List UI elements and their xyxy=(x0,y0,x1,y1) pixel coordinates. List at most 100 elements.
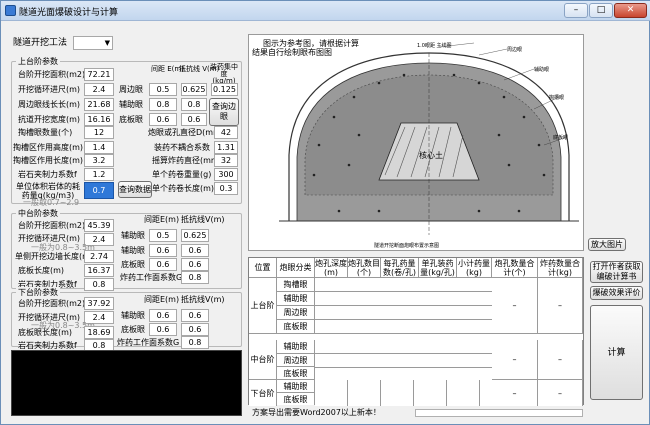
lower-row-1-label: 辅助眼 xyxy=(121,311,145,320)
blast-evaluation-button[interactable]: 爆破效果评价 xyxy=(590,286,643,300)
lower-total-charge: – xyxy=(538,380,583,406)
decouple-label: 装药不耦合系数 xyxy=(154,143,210,152)
upper-area-input[interactable]: 72.21 xyxy=(84,68,114,81)
upper-data-cells xyxy=(315,278,492,334)
output-console[interactable] xyxy=(11,350,242,416)
hole-diameter-input[interactable]: 42 xyxy=(214,126,238,139)
lower-row-1-spacing[interactable]: 0.6 xyxy=(149,309,177,322)
col-header-depth: 炮孔深度(m) xyxy=(315,258,348,278)
col-header-rolls: 每孔药量数(卷/孔) xyxy=(381,258,419,278)
lower-row-2-spacing[interactable]: 0.6 xyxy=(149,323,177,336)
upper-floor-spacing[interactable]: 0.6 xyxy=(149,113,177,126)
zoom-image-button[interactable]: 放大图片 xyxy=(588,238,626,251)
upper-perimeter-input[interactable]: 21.68 xyxy=(84,98,114,111)
decouple-input[interactable]: 1.31 xyxy=(214,141,238,154)
middle-wall-input[interactable]: 2.74 xyxy=(84,250,114,263)
lower-group-title: 下台阶参数 xyxy=(16,287,60,298)
upper-total-holes: – xyxy=(492,278,538,334)
middle-row-2-spacing[interactable]: 0.6 xyxy=(149,244,177,257)
upper-aux-burden[interactable]: 0.8 xyxy=(181,98,207,111)
window-title: 隧道光面爆破设计与计算 xyxy=(19,8,119,18)
lower-row-1-burden[interactable]: 0.6 xyxy=(181,309,209,322)
chevron-down-icon: ▼ xyxy=(104,39,110,47)
middle-row-floor: 底板眼 xyxy=(277,367,315,380)
progress-bar xyxy=(415,409,583,417)
middle-row-2-burden[interactable]: 0.6 xyxy=(181,244,209,257)
upper-row-floor-label: 底板眼 xyxy=(119,115,143,124)
maximize-button[interactable]: □ xyxy=(589,3,613,18)
cartridge-length-label: 单个药卷长度(m) xyxy=(152,184,215,193)
calculate-button[interactable]: 计算 xyxy=(590,305,643,400)
upper-width-label: 抗道开挖宽度(m) xyxy=(18,115,81,124)
method-select[interactable]: ▼ xyxy=(73,36,113,50)
title-bar: 隧道光面爆破设计与计算 – □ ✕ xyxy=(1,1,650,21)
close-button[interactable]: ✕ xyxy=(614,3,647,18)
lower-data-cells xyxy=(315,380,492,406)
middle-row-3-spacing[interactable]: 0.6 xyxy=(149,258,177,271)
middle-charge-input[interactable]: 0.8 xyxy=(181,271,209,284)
lower-charge-input[interactable]: 0.8 xyxy=(181,336,209,349)
diagram-label-auxiliary: 辅助眼 xyxy=(534,67,550,73)
upper-width-input[interactable]: 16.16 xyxy=(84,113,114,126)
cut-height-input[interactable]: 1.4 xyxy=(84,141,114,154)
section-lower-label: 下台阶 xyxy=(249,380,277,406)
upper-row-cut: 掏槽眼 xyxy=(277,278,315,292)
upper-rock-label: 岩石夹制力系数f xyxy=(18,170,77,179)
middle-floor-input[interactable]: 16.37 xyxy=(84,264,114,277)
cut-height-label: 掏槽区作用高度(m) xyxy=(13,143,84,152)
lower-floor-label: 底板眼长度(m) xyxy=(18,328,73,337)
upper-perimeter-spacing[interactable]: 0.5 xyxy=(149,83,177,96)
diagram-label-outline: 1.0眼距 主线图 xyxy=(417,43,452,49)
minimize-button[interactable]: – xyxy=(564,3,588,18)
upper-aux-spacing[interactable]: 0.8 xyxy=(149,98,177,111)
lookup-perimeter-button[interactable]: 查询边眼 xyxy=(209,98,239,126)
middle-row-perimeter: 周边眼 xyxy=(277,354,315,367)
upper-total-charge: – xyxy=(538,278,583,334)
upper-row-perimeter-label: 周边眼 xyxy=(119,85,143,94)
upper-floor-burden[interactable]: 0.6 xyxy=(181,113,207,126)
middle-row-1-burden[interactable]: 0.625 xyxy=(181,229,209,242)
section-upper-label: 上台阶 xyxy=(249,278,277,334)
upper-rock-input[interactable]: 1.2 xyxy=(84,168,114,181)
middle-wall-label: 单侧开挖边墙长度(m) xyxy=(15,252,94,261)
lower-col-burden: 抵抗线V(m) xyxy=(181,295,225,304)
middle-row-aux: 辅助眼 xyxy=(277,340,315,354)
lower-area-input[interactable]: 37.92 xyxy=(84,297,114,310)
col-header-count: 炮孔数目(个) xyxy=(348,258,381,278)
cut-length-input[interactable]: 3.2 xyxy=(84,154,114,167)
upper-advance-input[interactable]: 2.4 xyxy=(84,83,114,96)
upper-row-perimeter: 周边眼 xyxy=(277,306,315,320)
middle-total-charge: – xyxy=(538,340,583,380)
middle-col-burden: 抵抗线V(m) xyxy=(181,215,225,224)
query-data-button[interactable]: 查询数据 xyxy=(118,181,152,198)
col-header-hole-type: 炮眼分类 xyxy=(277,258,315,278)
unit-charge-input[interactable]: 0.7 xyxy=(84,182,114,199)
unit-charge-hint: 一般取0.7~2.9 xyxy=(23,198,80,207)
section-middle-label: 中台阶 xyxy=(249,340,277,380)
middle-row-1-spacing[interactable]: 0.5 xyxy=(149,229,177,242)
author-report-button[interactable]: 打开作者获取编破计算书 xyxy=(590,261,643,283)
lower-row-2-burden[interactable]: 0.6 xyxy=(181,323,209,336)
diagram-label-perimeter: 周边眼 xyxy=(507,47,523,53)
upper-col-burden: 抵抗线 V(m) xyxy=(179,65,220,73)
hole-diameter-label: 炮眼或孔直径D(mm) xyxy=(148,128,224,137)
cartridge-weight-input[interactable]: 300 xyxy=(214,168,238,181)
diagram-core-label: 核心土 xyxy=(419,151,443,160)
lower-area-label: 台阶开挖面积(m2) xyxy=(18,299,86,308)
cartridge-length-input[interactable]: 0.3 xyxy=(214,182,238,195)
cartridge-diameter-input[interactable]: 32 xyxy=(214,154,238,167)
middle-area-input[interactable]: 45.39 xyxy=(84,219,114,232)
diagram-label-cut: 掏槽眼 xyxy=(549,95,565,101)
middle-row-2-label: 辅助眼 xyxy=(121,246,145,255)
upper-group-title: 上台阶参数 xyxy=(16,56,60,67)
col-header-total-charge: 炸药数量合计(kg) xyxy=(538,258,583,278)
middle-row-3-burden[interactable]: 0.6 xyxy=(181,258,209,271)
middle-rock-input[interactable]: 0.8 xyxy=(84,278,114,291)
cut-count-input[interactable]: 12 xyxy=(84,126,114,139)
lower-floor-input[interactable]: 18.69 xyxy=(84,326,114,339)
middle-row-1-label: 辅助眼 xyxy=(121,231,145,240)
upper-perimeter-density[interactable]: 0.125 xyxy=(211,83,238,96)
upper-perimeter-burden[interactable]: 0.625 xyxy=(181,83,207,96)
lower-row-aux: 辅助眼 xyxy=(277,380,315,393)
middle-row-3-label: 底板眼 xyxy=(121,260,145,269)
